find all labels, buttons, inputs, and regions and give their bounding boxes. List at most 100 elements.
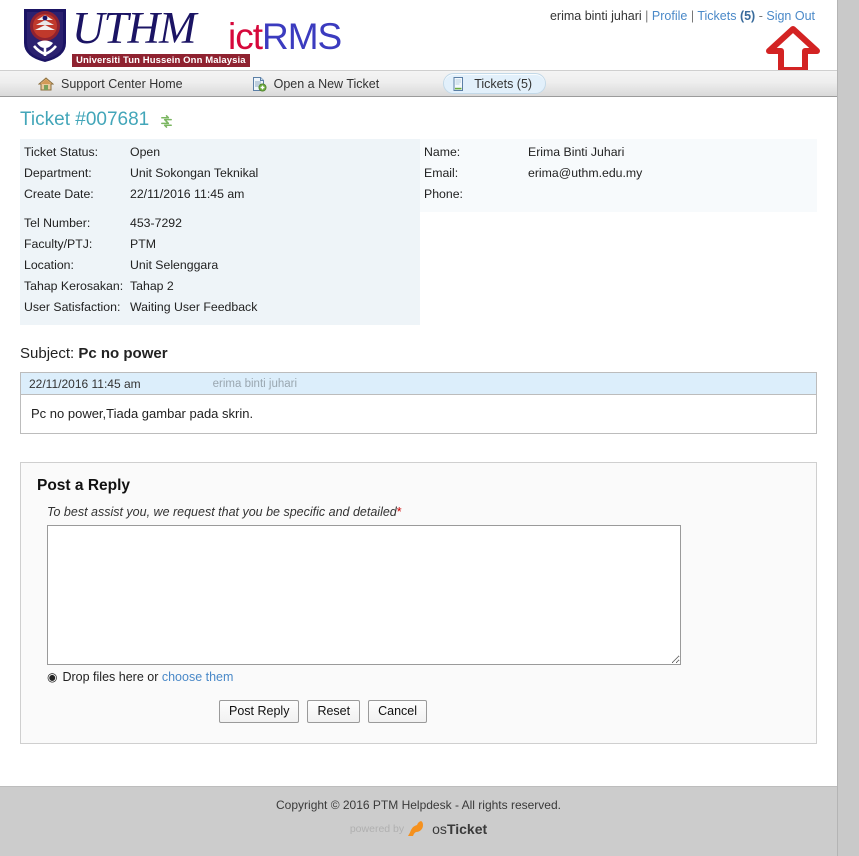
info-label: Create Date: bbox=[24, 187, 94, 201]
ticket-header: Ticket #007681 bbox=[20, 109, 817, 131]
info-row: Email: erima@uthm.edu.my bbox=[420, 163, 817, 184]
ticket-info-right-column: Name: Erima Binti Juhari Email: erima@ut… bbox=[420, 139, 817, 212]
choose-files-link[interactable]: choose them bbox=[162, 670, 234, 684]
subject-value: Pc no power bbox=[78, 345, 168, 362]
info-label: Faculty/PTJ: bbox=[24, 237, 93, 251]
info-row: Tel Number: 453-7292 bbox=[20, 213, 420, 234]
post-a-reply-panel: Post a Reply To best assist you, we requ… bbox=[20, 462, 817, 744]
powered-by: powered by os Ticket bbox=[0, 820, 837, 837]
info-label: Location: bbox=[24, 258, 74, 272]
reply-heading: Post a Reply bbox=[37, 477, 131, 494]
info-row: Phone: bbox=[420, 184, 817, 212]
app-wordmark-suffix: RMS bbox=[262, 16, 342, 57]
reply-message-textarea[interactable] bbox=[47, 525, 681, 665]
reply-button-row: Post Reply Reset Cancel bbox=[219, 700, 800, 723]
powered-by-label: powered by bbox=[349, 822, 405, 835]
info-label: Email: bbox=[424, 166, 459, 180]
username-label: erima binti juhari bbox=[549, 9, 642, 23]
ticket-info-left-column: Ticket Status: Open Department: Unit Sok… bbox=[20, 139, 420, 325]
dropzone-text: Drop files here or bbox=[62, 670, 159, 684]
info-value: Open bbox=[130, 145, 161, 159]
app-wordmark: ictRMS bbox=[228, 16, 342, 58]
info-value bbox=[528, 186, 817, 203]
info-label: Name: bbox=[424, 145, 461, 159]
site-header: UTHM Universiti Tun Hussein Onn Malaysia… bbox=[0, 0, 837, 73]
osticket-ticket: Ticket bbox=[446, 820, 488, 837]
ticket-thread: 22/11/2016 11:45 am erima binti juhari P… bbox=[20, 372, 817, 434]
info-label: Phone: bbox=[424, 187, 463, 201]
thread-entry-header: 22/11/2016 11:45 am erima binti juhari bbox=[21, 373, 816, 395]
uthm-name: UTHM bbox=[72, 3, 197, 53]
info-label: Tel Number: bbox=[24, 216, 91, 230]
reply-hint-text: To best assist you, we request that you … bbox=[47, 505, 397, 519]
main-content: Ticket #007681 Ticket Status: Open Depar… bbox=[0, 109, 837, 744]
osticket-os: os bbox=[432, 820, 447, 837]
user-bar: erima binti juhari | Profile | Tickets (… bbox=[550, 9, 815, 23]
subject-line: Subject: Pc no power bbox=[20, 345, 817, 362]
uthm-tagline: Universiti Tun Hussein Onn Malaysia bbox=[72, 54, 250, 67]
site-footer: Copyright © 2016 PTM Helpdesk - All righ… bbox=[0, 786, 837, 856]
sign-out-link[interactable]: Sign Out bbox=[766, 9, 815, 23]
info-value: Erima Binti Juhari bbox=[528, 145, 625, 159]
separator: | bbox=[645, 9, 649, 23]
new-page-icon bbox=[252, 76, 267, 91]
divider bbox=[20, 205, 420, 213]
separator: | bbox=[690, 9, 695, 23]
info-row: Department: Unit Sokongan Teknikal bbox=[20, 163, 420, 184]
nav-item-label: Tickets (5) bbox=[474, 76, 533, 91]
info-value: 22/11/2016 11:45 am bbox=[130, 187, 245, 201]
info-value: PTM bbox=[130, 237, 156, 251]
info-value: 453-7292 bbox=[130, 216, 182, 230]
info-row: Location: Unit Selenggara bbox=[20, 255, 420, 276]
info-label: Department: bbox=[24, 166, 92, 180]
info-row: Name: Erima Binti Juhari bbox=[420, 139, 817, 163]
reply-form: ◉ Drop files here or choose them Post Re… bbox=[47, 525, 800, 723]
info-row: Ticket Status: Open bbox=[20, 139, 420, 163]
red-up-arrow-annotation-icon bbox=[766, 26, 820, 73]
kangaroo-icon bbox=[408, 821, 424, 836]
info-value: Unit Sokongan Teknikal bbox=[130, 166, 259, 180]
reset-button[interactable]: Reset bbox=[307, 700, 361, 723]
separator: - bbox=[758, 9, 763, 23]
cancel-button[interactable]: Cancel bbox=[368, 700, 428, 723]
info-row: Tahap Kerosakan: Tahap 2 bbox=[20, 276, 420, 297]
info-label: User Satisfaction: bbox=[24, 300, 121, 314]
uthm-logo: UTHM Universiti Tun Hussein Onn Malaysia bbox=[22, 6, 250, 68]
uthm-crest-icon bbox=[24, 9, 66, 62]
page-root: UTHM Universiti Tun Hussein Onn Malaysia… bbox=[0, 0, 838, 856]
nav-item-open-a-new-ticket[interactable]: Open a New Ticket bbox=[247, 73, 392, 94]
nav-item-label: Open a New Ticket bbox=[273, 76, 380, 91]
thread-entry-body: Pc no power,Tiada gambar pada skrin. bbox=[31, 406, 254, 421]
subject-label: Subject: bbox=[20, 345, 75, 362]
thread-author: erima binti juhari bbox=[212, 377, 298, 390]
reply-hint: To best assist you, we request that you … bbox=[47, 505, 800, 519]
nav-item-label: Support Center Home bbox=[61, 76, 183, 91]
post-reply-button[interactable]: Post Reply bbox=[219, 700, 300, 723]
home-icon bbox=[38, 76, 54, 90]
nav-item-tickets[interactable]: Tickets (5) bbox=[443, 73, 547, 94]
app-wordmark-prefix: ict bbox=[228, 16, 263, 57]
info-value: Tahap 2 bbox=[130, 279, 174, 293]
osticket-logo: os Ticket bbox=[432, 821, 487, 837]
tickets-link-label: Tickets bbox=[697, 9, 737, 23]
info-label: Ticket Status: bbox=[24, 145, 99, 159]
info-row: Create Date: 22/11/2016 11:45 am bbox=[20, 184, 420, 205]
info-value: Waiting User Feedback bbox=[130, 300, 258, 314]
info-label: Tahap Kerosakan: bbox=[24, 279, 124, 293]
uthm-wordmark: UTHM Universiti Tun Hussein Onn Malaysia bbox=[72, 6, 250, 68]
nav-item-support-center-home[interactable]: Support Center Home bbox=[34, 73, 195, 94]
tickets-link[interactable]: Tickets (5) bbox=[697, 9, 755, 23]
info-row: Faculty/PTJ: PTM bbox=[20, 234, 420, 255]
info-value: Unit Selenggara bbox=[130, 258, 219, 272]
refresh-icon[interactable] bbox=[159, 113, 174, 128]
page-title: Ticket #007681 bbox=[20, 109, 150, 130]
copyright-text: Copyright © 2016 PTM Helpdesk - All righ… bbox=[276, 798, 561, 812]
required-mark: * bbox=[396, 505, 402, 519]
file-dropzone[interactable]: ◉ Drop files here or choose them bbox=[47, 670, 800, 684]
ticket-info-table: Ticket Status: Open Department: Unit Sok… bbox=[20, 139, 817, 325]
tickets-count: (5) bbox=[739, 9, 756, 23]
main-nav: Support Center Home Open a New Ticket Ti… bbox=[0, 70, 837, 97]
profile-link[interactable]: Profile bbox=[652, 9, 687, 23]
thread-timestamp: 22/11/2016 11:45 am bbox=[29, 376, 141, 391]
info-row: User Satisfaction: Waiting User Feedback bbox=[20, 297, 420, 325]
